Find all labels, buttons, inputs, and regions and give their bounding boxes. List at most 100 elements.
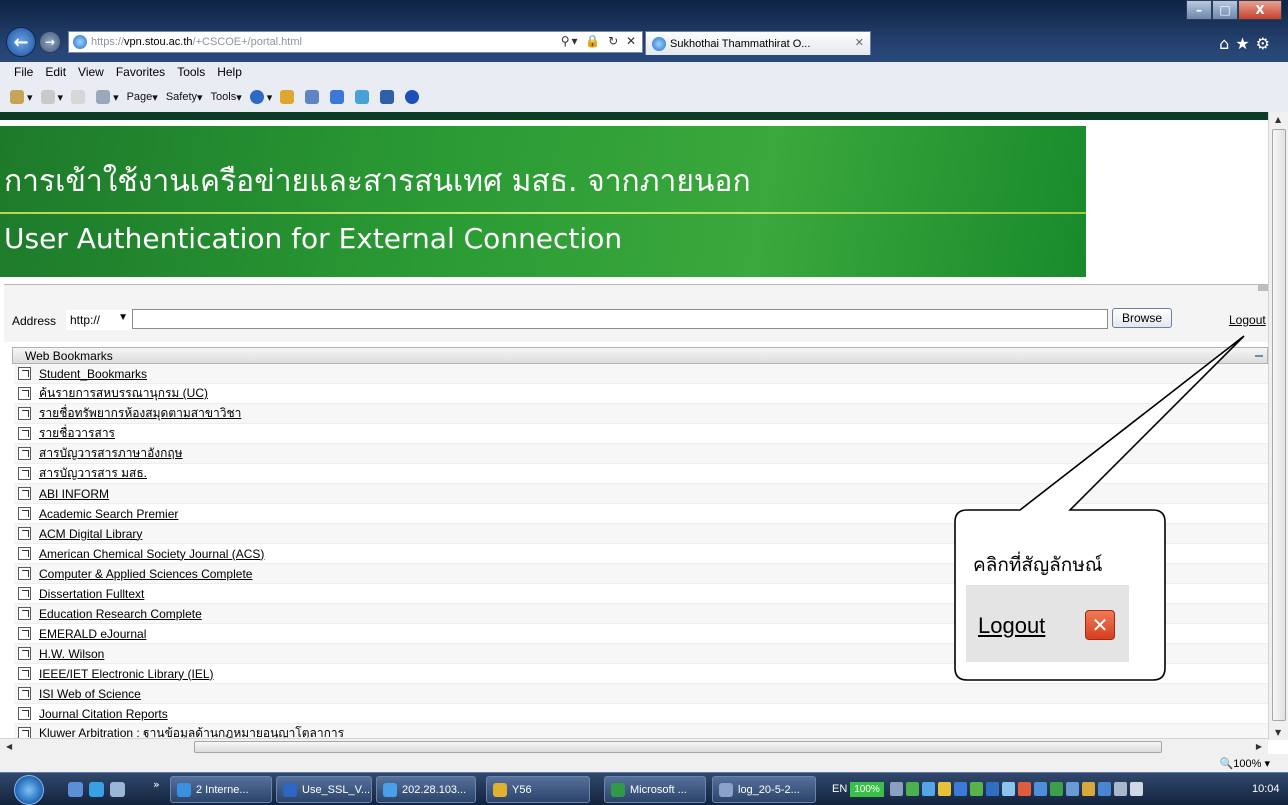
addon-icon-2[interactable] — [305, 90, 322, 104]
tray-icon-10[interactable] — [1034, 782, 1047, 796]
taskbar-button-label: Y56 — [512, 783, 532, 796]
command-bar: ▾ ▾ ▾ Page ▾ Safety ▾ Tools ▾ ▾ — [0, 84, 1288, 110]
menu-edit[interactable]: Edit — [45, 65, 66, 79]
scheme-select[interactable]: http:// ▼ — [66, 310, 132, 330]
addon-icon-4[interactable] — [355, 90, 372, 104]
start-button[interactable] — [14, 775, 44, 805]
taskbar-button-remote[interactable]: 202.28.103... — [376, 776, 476, 803]
print-icon[interactable]: ▾ — [96, 90, 119, 104]
page-menu[interactable]: Page ▾ — [127, 91, 158, 104]
callout-logout-label: Logout — [978, 613, 1046, 638]
tray-icon-9[interactable] — [1018, 782, 1031, 796]
scroll-down-icon[interactable]: ▼ — [1275, 728, 1281, 737]
bookmark-link[interactable]: ค้นรายการสหบรรณานุกรม (UC) — [39, 384, 208, 403]
scroll-left-icon[interactable]: ◀ — [6, 742, 12, 751]
tray-icon-8[interactable] — [1002, 782, 1015, 796]
url-text[interactable]: https://vpn.stou.ac.th/+CSCOE+/portal.ht… — [91, 36, 302, 48]
tray-icon-11[interactable] — [1050, 782, 1063, 796]
clock[interactable]: 10:04 — [1252, 783, 1280, 795]
page-content: การเข้าใช้งานเครือข่ายและสารสนเทศ มสธ. จ… — [0, 120, 1268, 740]
browser-tab[interactable]: Sukhothai Thammathirat O... ✕ — [645, 31, 871, 55]
minimize-button[interactable]: – — [1186, 0, 1212, 20]
maximize-button[interactable]: □ — [1212, 0, 1238, 20]
bookmark-link[interactable]: ISI Web of Science — [39, 687, 141, 701]
bookmark-link[interactable]: รายชื่อวารสาร — [39, 424, 115, 443]
bookmark-link[interactable]: สารบัญวารสารภาษาอังกฤษ — [39, 444, 183, 463]
bookmark-row[interactable]: Journal Citation Reports — [14, 704, 1268, 724]
portal-address-input[interactable] — [132, 309, 1108, 329]
home-favorites-settings-icons[interactable]: ⌂★⚙ — [1219, 34, 1276, 53]
horizontal-scroll-thumb[interactable] — [194, 741, 1162, 753]
menu-favorites[interactable]: Favorites — [116, 65, 165, 79]
home-icon[interactable]: ▾ — [10, 90, 33, 104]
back-button[interactable]: ← — [6, 27, 36, 57]
taskbar-button-log[interactable]: log_20-5-2... — [712, 776, 816, 803]
bookmark-link[interactable]: Academic Search Premier — [39, 507, 178, 521]
tab-close-icon[interactable]: ✕ — [855, 36, 864, 49]
quick-launch-more-icon[interactable]: » — [153, 778, 160, 791]
bluetooth-icon[interactable] — [405, 90, 422, 104]
bookmark-link[interactable]: Journal Citation Reports — [39, 707, 168, 721]
battery-indicator[interactable]: 100% — [850, 782, 884, 797]
taskbar-button-ie[interactable]: 2 Interne... — [170, 776, 272, 803]
bookmark-link[interactable]: สารบัญวารสาร มสธ. — [39, 464, 147, 483]
safety-menu[interactable]: Safety ▾ — [166, 91, 203, 104]
logout-link[interactable]: Logout — [1229, 313, 1266, 327]
addon-icon-3[interactable] — [330, 90, 347, 104]
vertical-scroll-thumb[interactable] — [1272, 129, 1286, 721]
scroll-right-icon[interactable]: ▶ — [1256, 742, 1262, 751]
bookmark-link[interactable]: Student_Bookmarks — [39, 367, 147, 381]
tray-icon-13[interactable] — [1082, 782, 1095, 796]
browse-button[interactable]: Browse — [1112, 308, 1172, 328]
bookmark-link[interactable]: American Chemical Society Journal (ACS) — [39, 547, 264, 561]
menu-view[interactable]: View — [78, 65, 104, 79]
addon-icon-1[interactable] — [280, 90, 297, 104]
bookmark-link[interactable]: ABI INFORM — [39, 487, 109, 501]
external-link-icon — [18, 527, 31, 540]
tab-ie-icon — [652, 36, 666, 51]
taskbar-button-excel[interactable]: Microsoft ... — [604, 776, 706, 803]
menu-help[interactable]: Help — [217, 65, 242, 79]
show-desktop-icon[interactable] — [68, 782, 83, 797]
menu-file[interactable]: File — [14, 65, 33, 79]
tray-icon-1[interactable] — [890, 782, 903, 796]
horizontal-scrollbar[interactable]: ◀ ▶ — [0, 738, 1268, 754]
tray-icon-2[interactable] — [906, 782, 919, 796]
bookmark-link[interactable]: Computer & Applied Sciences Complete — [39, 567, 252, 581]
tray-icon-3[interactable] — [922, 782, 935, 796]
tray-icon-15[interactable] — [1114, 782, 1127, 796]
volume-icon[interactable] — [1130, 782, 1143, 796]
taskbar-button-word[interactable]: Use_SSL_V... — [276, 776, 372, 803]
address-tools-icons[interactable]: ⚲▾ 🔒 ↻ ✕ — [561, 34, 638, 48]
forward-button[interactable]: → — [39, 31, 61, 53]
bookmark-link[interactable]: ACM Digital Library — [39, 527, 142, 541]
tools-menu[interactable]: Tools ▾ — [211, 91, 242, 104]
mail-icon[interactable] — [71, 90, 88, 104]
language-indicator[interactable]: EN — [832, 783, 847, 795]
bookmark-link[interactable]: IEEE/IET Electronic Library (IEL) — [39, 667, 214, 681]
tray-icon-7[interactable] — [986, 782, 999, 796]
vertical-scrollbar[interactable]: ▲ ▼ — [1268, 112, 1288, 740]
toolbar-grip[interactable] — [1258, 285, 1268, 291]
tray-icon-4[interactable] — [938, 782, 951, 796]
switch-windows-icon[interactable] — [110, 782, 125, 797]
scroll-up-icon[interactable]: ▲ — [1275, 115, 1281, 124]
menu-tools[interactable]: Tools — [177, 65, 205, 79]
addon-icon-5[interactable] — [380, 90, 397, 104]
taskbar-button-folder[interactable]: Y56 — [486, 776, 590, 803]
help-icon[interactable]: ▾ — [249, 90, 272, 104]
ie-quicklaunch-icon[interactable] — [89, 782, 104, 797]
tray-icon-12[interactable] — [1066, 782, 1079, 796]
bookmark-link[interactable]: Education Research Complete — [39, 607, 202, 621]
bookmark-link[interactable]: H.W. Wilson — [39, 647, 104, 661]
close-window-button[interactable]: X — [1238, 0, 1282, 20]
tray-icon-5[interactable] — [954, 782, 967, 796]
bookmark-link[interactable]: EMERALD eJournal — [39, 627, 146, 641]
tray-icon-6[interactable] — [970, 782, 983, 796]
zoom-level[interactable]: 🔍100% ▾ — [1220, 757, 1270, 770]
browser-address-bar[interactable]: https://vpn.stou.ac.th/+CSCOE+/portal.ht… — [68, 31, 643, 53]
tray-icon-14[interactable] — [1098, 782, 1111, 796]
bookmark-link[interactable]: Dissertation Fulltext — [39, 587, 144, 601]
bookmark-link[interactable]: รายชื่อทรัพยากรห้องสมุดตามสาขาวิชา — [39, 404, 241, 423]
feeds-icon[interactable]: ▾ — [40, 90, 63, 104]
